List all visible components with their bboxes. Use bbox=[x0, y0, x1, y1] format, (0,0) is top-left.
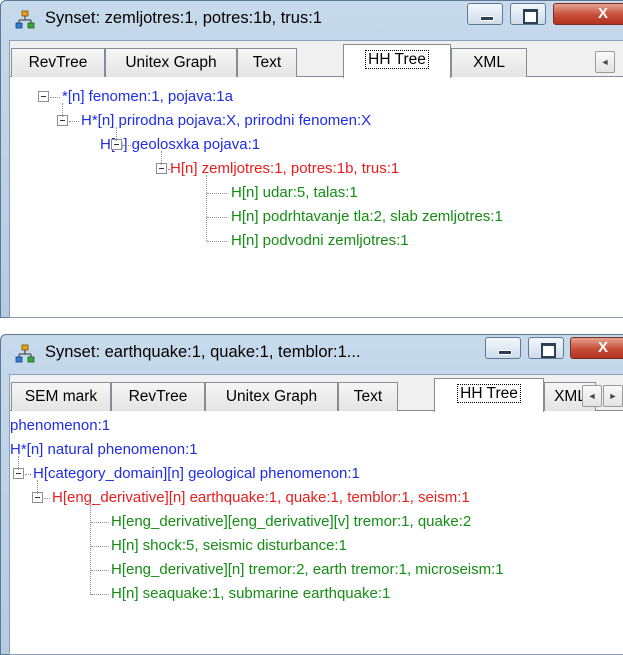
tree-connector-line bbox=[25, 474, 31, 475]
tree-node[interactable]: H[eng_derivative][eng_derivative][v] tre… bbox=[111, 511, 471, 533]
tree-connector-line bbox=[116, 127, 117, 141]
tree-node[interactable]: H[n] udar:5, talas:1 bbox=[231, 182, 358, 204]
tab-revtree[interactable]: RevTree bbox=[11, 48, 105, 77]
tree-connector-line bbox=[207, 241, 227, 242]
tree-connector-line bbox=[69, 121, 79, 122]
tree-node[interactable]: *[n] fenomen:1, pojava:1a bbox=[62, 86, 233, 108]
tree-connector-line bbox=[44, 498, 50, 499]
tree-connector-line bbox=[91, 546, 109, 547]
tab-text[interactable]: Text bbox=[237, 48, 297, 77]
tree-node[interactable]: H[n] seaquake:1, submarine earthquake:1 bbox=[111, 583, 390, 605]
close-button[interactable]: X bbox=[553, 3, 623, 25]
tree-connector-line bbox=[207, 217, 227, 218]
close-icon: X bbox=[598, 5, 609, 22]
window-client-area: SEM mark RevTree Unitex Graph Text HH Tr… bbox=[9, 374, 623, 655]
tree-node[interactable]: H[category_domain][n] geological phenome… bbox=[33, 463, 360, 485]
tree-node[interactable]: H[eng_derivative][n] tremor:2, earth tre… bbox=[111, 559, 504, 581]
collapse-icon[interactable] bbox=[38, 91, 49, 102]
tab-scroll-left-button[interactable]: ◄ bbox=[595, 51, 615, 73]
tree-connector-line bbox=[161, 151, 162, 165]
tree-node[interactable]: H[n] podvodni zemljotres:1 bbox=[231, 230, 409, 252]
synset-window-english: Synset: earthquake:1, quake:1, temblor:1… bbox=[0, 334, 623, 655]
synset-window-serbian: Synset: zemljotres:1, potres:1b, trus:1 … bbox=[0, 0, 623, 318]
tree-connector-line bbox=[18, 456, 19, 470]
close-button[interactable]: X bbox=[570, 337, 623, 359]
minimize-button[interactable] bbox=[467, 3, 503, 25]
title-bar[interactable]: Synset: zemljotres:1, potres:1b, trus:1 … bbox=[0, 0, 623, 40]
tree-node[interactable]: H[n] zemljotres:1, potres:1b, trus:1 bbox=[170, 158, 399, 180]
hh-tree-view[interactable]: *[n] fenomen:1, pojava:1a H*[n] prirodna … bbox=[10, 77, 623, 317]
hh-tree-view[interactable]: phenomenon:1 H*[n] natural phenomenon:1 H[… bbox=[10, 411, 623, 654]
tree-connector-line bbox=[50, 97, 60, 98]
tree-node[interactable]: H*[n] prirodna pojava:X, prirodni fenome… bbox=[81, 110, 371, 132]
tab-hh-tree[interactable]: HH Tree bbox=[434, 378, 544, 412]
tab-unitex-graph[interactable]: Unitex Graph bbox=[205, 382, 338, 411]
tab-unitex-graph[interactable]: Unitex Graph bbox=[105, 48, 237, 77]
app-tree-icon bbox=[15, 344, 35, 363]
tree-connector-line bbox=[168, 169, 172, 170]
tree-node[interactable]: H[eng_derivative][n] earthquake:1, quake… bbox=[52, 487, 470, 509]
tree-connector-line bbox=[206, 175, 207, 241]
arrow-left-icon: ◄ bbox=[600, 57, 610, 67]
tree-node[interactable]: phenomenon:1 bbox=[10, 415, 110, 437]
tab-sem-mark[interactable]: SEM mark bbox=[11, 382, 111, 411]
tree-node[interactable]: H[n] shock:5, seismic disturbance:1 bbox=[111, 535, 347, 557]
tree-connector-line bbox=[91, 570, 109, 571]
tree-connector-line bbox=[62, 103, 63, 117]
tab-strip: RevTree Unitex Graph Text HH Tree XML ◄ bbox=[10, 41, 623, 78]
minimize-button[interactable] bbox=[485, 337, 521, 359]
maximize-button[interactable] bbox=[510, 3, 546, 25]
tree-node[interactable]: H[n] podrhtavanje tla:2, slab zemljotres… bbox=[231, 206, 503, 228]
window-title: Synset: zemljotres:1, potres:1b, trus:1 bbox=[45, 9, 322, 27]
tab-scroll-left-button[interactable]: ◄ bbox=[582, 385, 602, 407]
tab-xml[interactable]: XML bbox=[451, 48, 527, 77]
tree-connector-line bbox=[37, 480, 38, 494]
title-bar[interactable]: Synset: earthquake:1, quake:1, temblor:1… bbox=[0, 334, 623, 374]
tree-connector-line bbox=[91, 522, 109, 523]
app-tree-icon bbox=[15, 10, 35, 29]
tree-connector-line bbox=[207, 193, 227, 194]
tree-connector-line bbox=[90, 505, 91, 595]
window-client-area: RevTree Unitex Graph Text HH Tree XML ◄ … bbox=[9, 40, 623, 318]
arrow-right-icon: ► bbox=[608, 391, 618, 401]
tab-text[interactable]: Text bbox=[338, 382, 398, 411]
maximize-button[interactable] bbox=[528, 337, 564, 359]
tab-strip: SEM mark RevTree Unitex Graph Text HH Tr… bbox=[10, 375, 623, 412]
tree-node[interactable]: H*[n] natural phenomenon:1 bbox=[10, 439, 198, 461]
tab-hh-tree[interactable]: HH Tree bbox=[343, 44, 451, 78]
close-icon: X bbox=[598, 339, 609, 356]
window-title: Synset: earthquake:1, quake:1, temblor:1… bbox=[45, 343, 361, 361]
tab-revtree[interactable]: RevTree bbox=[111, 382, 205, 411]
tab-scroll-right-button[interactable]: ► bbox=[603, 385, 623, 407]
arrow-left-icon: ◄ bbox=[587, 391, 597, 401]
tree-connector-line bbox=[91, 594, 109, 595]
tree-connector-line bbox=[123, 145, 131, 146]
